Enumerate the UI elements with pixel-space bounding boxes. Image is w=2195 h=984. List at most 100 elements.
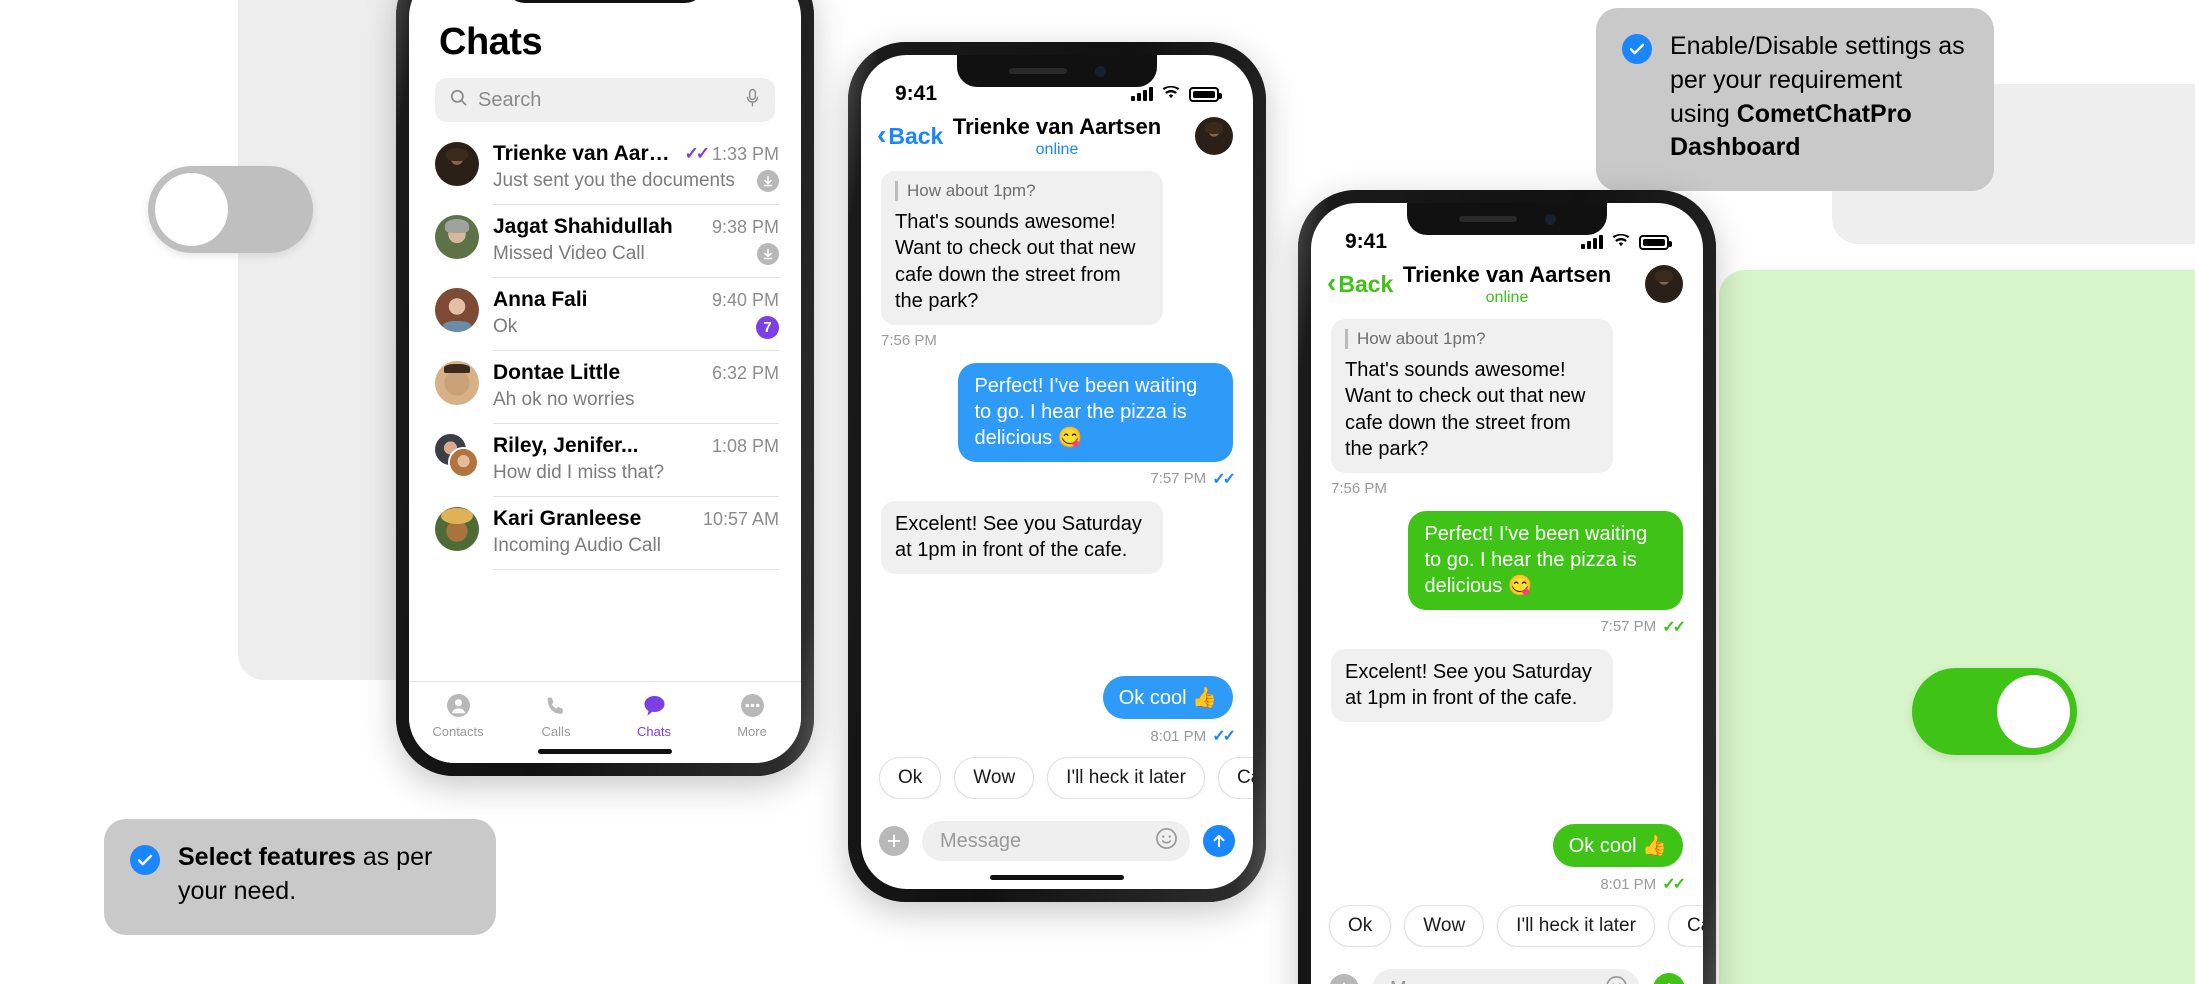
microphone-icon[interactable] [744, 88, 761, 113]
chat-name: Dontae Little [493, 361, 621, 384]
back-label: Back [1338, 270, 1394, 297]
message-composer: + Message [1311, 969, 1703, 984]
tab-label: Chats [637, 724, 671, 739]
quoted-message: How about 1pm? [895, 181, 1149, 201]
tab-label: More [737, 724, 767, 739]
smiley-icon[interactable] [1605, 975, 1628, 984]
chat-preview: How did I miss that? [493, 462, 665, 483]
avatar-group [435, 434, 479, 478]
search-icon [449, 88, 468, 112]
send-arrow-up-icon[interactable] [1653, 973, 1685, 984]
quick-reply-later[interactable]: I'll heck it later [1047, 757, 1205, 799]
message-input[interactable]: Message [922, 821, 1190, 861]
download-icon[interactable] [757, 243, 779, 265]
message-placeholder: Message [940, 829, 1022, 852]
back-button[interactable]: ‹ Back [877, 120, 944, 150]
chat-time: 1:33 PM [711, 143, 779, 164]
chat-list-item[interactable]: Jagat Shahidullah 9:38 PM Missed Video C… [409, 205, 801, 278]
tab-contacts[interactable]: Contacts [409, 693, 507, 739]
signal-bars-icon [1131, 87, 1153, 101]
search-input[interactable]: Search [435, 78, 775, 122]
back-button[interactable]: ‹ Back [1327, 268, 1394, 298]
front-camera [1094, 65, 1106, 77]
toggle-knob [155, 173, 228, 246]
download-icon[interactable] [757, 170, 779, 192]
message-list: How about 1pm? That's sounds awesome! Wa… [1311, 313, 1703, 722]
tab-label: Calls [541, 724, 571, 739]
check-circle-icon [1622, 34, 1652, 64]
plus-icon[interactable]: + [879, 826, 909, 856]
background-panel-green-right [1719, 270, 2195, 984]
message-input[interactable]: Message [1372, 969, 1640, 984]
phone-screen-conversation-blue: 9:41 ‹ Back Trienke van Aartsen online H… [861, 55, 1253, 889]
message-timestamp: 7:56 PM [881, 331, 937, 349]
back-label: Back [888, 122, 944, 149]
wifi-icon [1162, 82, 1180, 106]
tab-calls[interactable]: Calls [507, 693, 605, 739]
message-timestamp: 8:01 PM [1600, 875, 1657, 893]
message-bubble: How about 1pm? That's sounds awesome! Wa… [881, 171, 1163, 325]
chat-preview: Just sent you the documents [493, 170, 735, 191]
status-badge: 7 [756, 315, 779, 339]
tab-chats[interactable]: Chats [605, 693, 703, 739]
read-ticks-icon: ✓✓ [684, 144, 709, 163]
message-incoming: Excelent! See you Saturday at 1pm in fro… [881, 500, 1233, 574]
status-time: 9:41 [1345, 230, 1388, 253]
conversation-header: ‹ Back Trienke van Aartsen online [861, 113, 1253, 165]
device-notch [505, 0, 705, 3]
message-timestamp: 7:56 PM [1331, 479, 1387, 497]
front-camera [1544, 213, 1556, 225]
battery-icon [1639, 234, 1672, 250]
message-outgoing-short: Ok cool 👍 8:01 PM ✓✓ [1552, 824, 1686, 894]
chat-preview: Incoming Audio Call [493, 535, 661, 556]
avatar[interactable] [1645, 265, 1683, 303]
read-ticks-icon: ✓✓ [1662, 618, 1686, 636]
smiley-icon[interactable] [1155, 827, 1178, 855]
quoted-message: How about 1pm? [1345, 329, 1599, 349]
feature-toggle-off[interactable] [148, 166, 313, 253]
quick-reply-wow[interactable]: Wow [1404, 905, 1485, 947]
avatar [435, 507, 479, 551]
chat-list-item[interactable]: Anna Fali 9:40 PM Ok 7 [409, 278, 801, 351]
avatar [435, 361, 479, 405]
feature-toggle-on[interactable] [1912, 668, 2077, 755]
message-outgoing: Perfect! I've been waiting to go. I hear… [1331, 510, 1686, 637]
message-text: That's sounds awesome! Want to check out… [1345, 359, 1586, 461]
quick-reply-cant-chat[interactable]: Can't chat right now [1217, 757, 1253, 799]
avatar[interactable] [1195, 117, 1233, 155]
avatar [435, 142, 479, 186]
message-incoming: How about 1pm? That's sounds awesome! Wa… [1331, 319, 1683, 497]
message-bubble: Perfect! I've been waiting to go. I hear… [958, 362, 1233, 462]
message-incoming: Excelent! See you Saturday at 1pm in fro… [1331, 648, 1683, 722]
earpiece-speaker [1458, 216, 1517, 222]
callout-text-bold: Select features [178, 843, 356, 871]
message-bubble: How about 1pm? That's sounds awesome! Wa… [1331, 319, 1613, 473]
quick-reply-bar: Ok Wow I'll heck it later Can't chat rig… [861, 757, 1253, 799]
message-text: Perfect! I've been waiting to go. I hear… [1424, 522, 1648, 598]
quick-reply-later[interactable]: I'll heck it later [1497, 905, 1655, 947]
chat-time: 1:08 PM [711, 435, 779, 456]
phone-icon [544, 693, 569, 718]
chat-name: Anna Fali [493, 288, 588, 311]
quick-reply-cant-chat[interactable]: Can't chat right now [1667, 905, 1703, 947]
message-bubble: Excelent! See you Saturday at 1pm in fro… [1331, 648, 1613, 722]
tab-more[interactable]: More [703, 693, 801, 739]
chat-list-item[interactable]: Trienke van Aartsen ✓✓ 1:33 PM Just sent… [409, 132, 801, 205]
chat-name: Kari Granleese [493, 507, 642, 530]
quick-reply-wow[interactable]: Wow [954, 757, 1035, 799]
chat-list-item[interactable]: Riley, Jenifer... 1:08 PM How did I miss… [409, 424, 801, 497]
quick-reply-bar: Ok Wow I'll heck it later Can't chat rig… [1311, 905, 1703, 947]
check-circle-icon [130, 845, 160, 875]
callout-text: Select features as per your need. [178, 841, 468, 909]
quick-reply-ok[interactable]: Ok [879, 757, 942, 799]
message-composer: + Message [861, 821, 1253, 861]
chat-list-item[interactable]: Dontae Little 6:32 PM Ah ok no worries [409, 351, 801, 424]
earpiece-speaker [1008, 68, 1067, 74]
conversation-header: ‹ Back Trienke van Aartsen online [1311, 261, 1703, 313]
quick-reply-ok[interactable]: Ok [1329, 905, 1392, 947]
chat-preview: Ok [493, 316, 518, 337]
chat-list-item[interactable]: Kari Granleese 10:57 AM Incoming Audio C… [409, 497, 801, 570]
message-bubble: Ok cool 👍 [1102, 676, 1233, 719]
send-arrow-up-icon[interactable] [1203, 825, 1235, 857]
plus-icon[interactable]: + [1329, 974, 1359, 984]
